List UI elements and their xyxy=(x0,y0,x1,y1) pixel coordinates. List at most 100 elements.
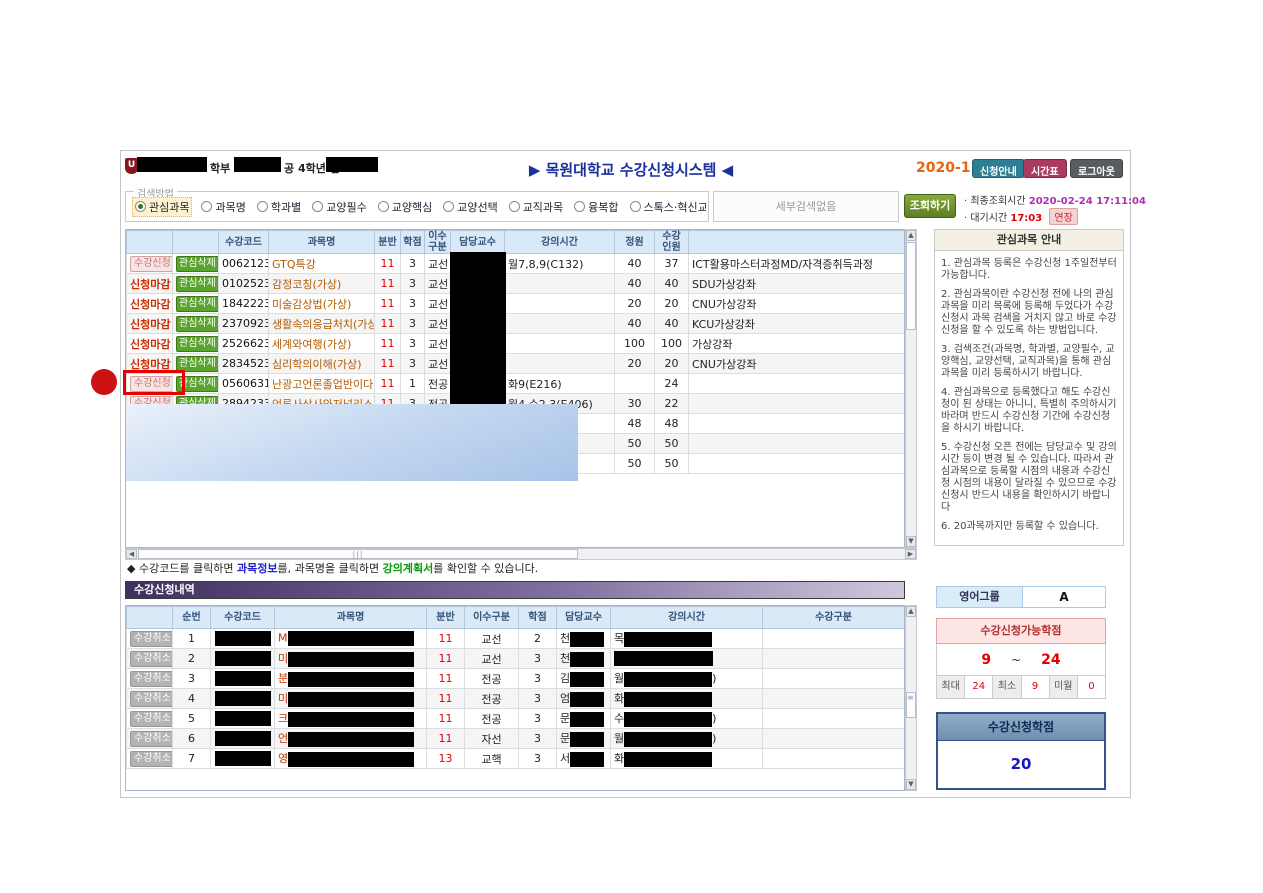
professor-cell: 김 xyxy=(557,669,611,689)
quota-cell: 50 xyxy=(615,454,655,474)
search-option[interactable]: 교양선택 xyxy=(441,198,499,216)
redacted-text xyxy=(215,671,271,686)
course-code-cell xyxy=(211,629,275,649)
redacted-text xyxy=(624,672,712,687)
remove-wish-button[interactable]: 관심삭제 xyxy=(176,256,219,272)
credit-cell: 3 xyxy=(519,649,557,669)
course-name-link[interactable]: 난광고언론졸업반이다 xyxy=(269,374,375,394)
cancel-button[interactable]: 수강취소 xyxy=(130,671,173,687)
course-name-link[interactable]: GTQ특강 xyxy=(269,254,375,274)
remove-wish-button[interactable]: 관심삭제 xyxy=(176,336,219,352)
no-cell: 4 xyxy=(173,689,211,709)
syllabus-link[interactable]: 강의계획서 xyxy=(383,562,434,575)
cancel-button[interactable]: 수강취소 xyxy=(130,751,173,767)
wait-time-label: · 대기시간 xyxy=(964,213,1007,224)
cancel-button[interactable]: 수강취소 xyxy=(130,631,173,647)
col-type: 수강구분 xyxy=(763,607,905,629)
time-cell xyxy=(505,274,615,294)
english-group-value: A xyxy=(1022,587,1105,607)
course-name-fragment: M xyxy=(278,632,288,645)
cancel-button[interactable]: 수강취소 xyxy=(130,691,173,707)
last-query-line: · 최종조회시간 2020-02-24 17:11:04 xyxy=(964,192,1146,207)
course-name-cell: 미 xyxy=(275,649,427,669)
search-option[interactable]: 관심과목 xyxy=(132,197,192,217)
scroll-left-icon[interactable]: ◀ xyxy=(126,549,137,559)
extend-button[interactable]: 연장 xyxy=(1049,208,1077,225)
redacted-text xyxy=(570,672,604,687)
apply-button[interactable]: 수강신청 xyxy=(130,256,173,272)
enrollment-row: 수강취소1M11교선2천목 xyxy=(127,629,905,649)
cancel-button[interactable]: 수강취소 xyxy=(130,711,173,727)
course-name-link[interactable]: 심리학의이해(가상) xyxy=(269,354,375,374)
query-button[interactable]: 조회하기 xyxy=(904,194,956,218)
course-code-link[interactable]: 0062123 xyxy=(219,254,269,274)
search-option[interactable]: 스톡스·혁신교과 xyxy=(628,198,706,216)
category-cell: 전공 xyxy=(465,709,519,729)
enrollment-row: 수강취소7영13교핵3서화 xyxy=(127,749,905,769)
remove-wish-button[interactable]: 관심삭제 xyxy=(176,296,219,312)
detail-search-input[interactable]: 세부검색없음 xyxy=(713,191,899,222)
search-option[interactable]: 교양필수 xyxy=(310,198,368,216)
time-fragment: 월 xyxy=(614,672,624,685)
remove-wish-button[interactable]: 관심삭제 xyxy=(176,316,219,332)
time-cell: 월) xyxy=(611,729,763,749)
time-cell xyxy=(505,294,615,314)
course-name-link[interactable]: 세계와여행(가상) xyxy=(269,334,375,354)
search-option[interactable]: 과목명 xyxy=(199,198,247,216)
interest-table-hscrollbar[interactable]: ◀ ||| ▶ xyxy=(125,548,917,560)
search-option[interactable]: 교양핵심 xyxy=(376,198,434,216)
enrollment-table-vscrollbar[interactable]: ▲ ≡ ▼ xyxy=(905,605,917,791)
remark-cell xyxy=(689,414,905,434)
cancel-cell: 수강취소 xyxy=(127,689,173,709)
category-cell: 전공 xyxy=(465,689,519,709)
vscroll-thumb[interactable]: ≡ xyxy=(906,692,916,718)
col-credit: 학점 xyxy=(401,231,425,254)
professor-fragment: 문 xyxy=(560,712,570,725)
logout-button[interactable]: 로그아웃 xyxy=(1070,159,1123,178)
course-name-link[interactable]: 미술감상법(가상) xyxy=(269,294,375,314)
course-code-link[interactable]: 2526623 xyxy=(219,334,269,354)
scroll-down-icon[interactable]: ▼ xyxy=(906,779,916,790)
credit-cell: 3 xyxy=(519,749,557,769)
english-group-box: 영어그룹 A xyxy=(936,586,1106,608)
enrolled-cell: 20 xyxy=(655,354,689,374)
scroll-down-icon[interactable]: ▼ xyxy=(906,536,916,547)
course-info-link[interactable]: 과목정보 xyxy=(237,562,277,575)
cancel-button[interactable]: 수강취소 xyxy=(130,731,173,747)
scroll-up-icon[interactable]: ▲ xyxy=(906,230,916,241)
apply-guide-button[interactable]: 신청안내 xyxy=(972,159,1025,178)
search-option[interactable]: 교직과목 xyxy=(507,198,565,216)
action-cell: 신청마감 xyxy=(127,274,173,294)
section-cell: 11 xyxy=(375,314,401,334)
max-label: 최대 xyxy=(937,676,964,698)
credit-cell: 3 xyxy=(401,254,425,274)
col-section: 분반 xyxy=(375,231,401,254)
scroll-up-icon[interactable]: ▲ xyxy=(906,606,916,617)
course-name-link[interactable]: 생활속의응급처치(가상 xyxy=(269,314,375,334)
type-cell xyxy=(763,749,905,769)
wait-time-value: 17:03 xyxy=(1010,213,1042,224)
course-code-link[interactable]: 0560631 xyxy=(219,374,269,394)
search-option[interactable]: 학과별 xyxy=(255,198,303,216)
course-code-link[interactable]: 2834523 xyxy=(219,354,269,374)
course-code-link[interactable]: 2370923 xyxy=(219,314,269,334)
timetable-button[interactable]: 시간표 xyxy=(1023,159,1067,178)
cancel-button[interactable]: 수강취소 xyxy=(130,651,173,667)
search-option[interactable]: 융복합 xyxy=(572,198,620,216)
scroll-right-icon[interactable]: ▶ xyxy=(905,549,916,559)
course-code-cell xyxy=(211,689,275,709)
professor-fragment: 김 xyxy=(560,672,570,685)
carry-value: 0 xyxy=(1077,676,1105,698)
interest-table-vscrollbar[interactable]: ▲ ▼ xyxy=(905,229,917,548)
vscroll-thumb[interactable] xyxy=(906,242,916,330)
min-label: 최소 xyxy=(992,676,1020,698)
type-cell xyxy=(763,629,905,649)
enrolled-cell: 24 xyxy=(655,374,689,394)
course-name-link[interactable]: 감정코칭(가상) xyxy=(269,274,375,294)
course-code-link[interactable]: 1842223 xyxy=(219,294,269,314)
no-cell: 2 xyxy=(173,649,211,669)
professor-cell: 엄 xyxy=(557,689,611,709)
remove-wish-button[interactable]: 관심삭제 xyxy=(176,276,219,292)
course-code-link[interactable]: 0102523 xyxy=(219,274,269,294)
hscroll-thumb[interactable]: ||| xyxy=(138,549,578,559)
